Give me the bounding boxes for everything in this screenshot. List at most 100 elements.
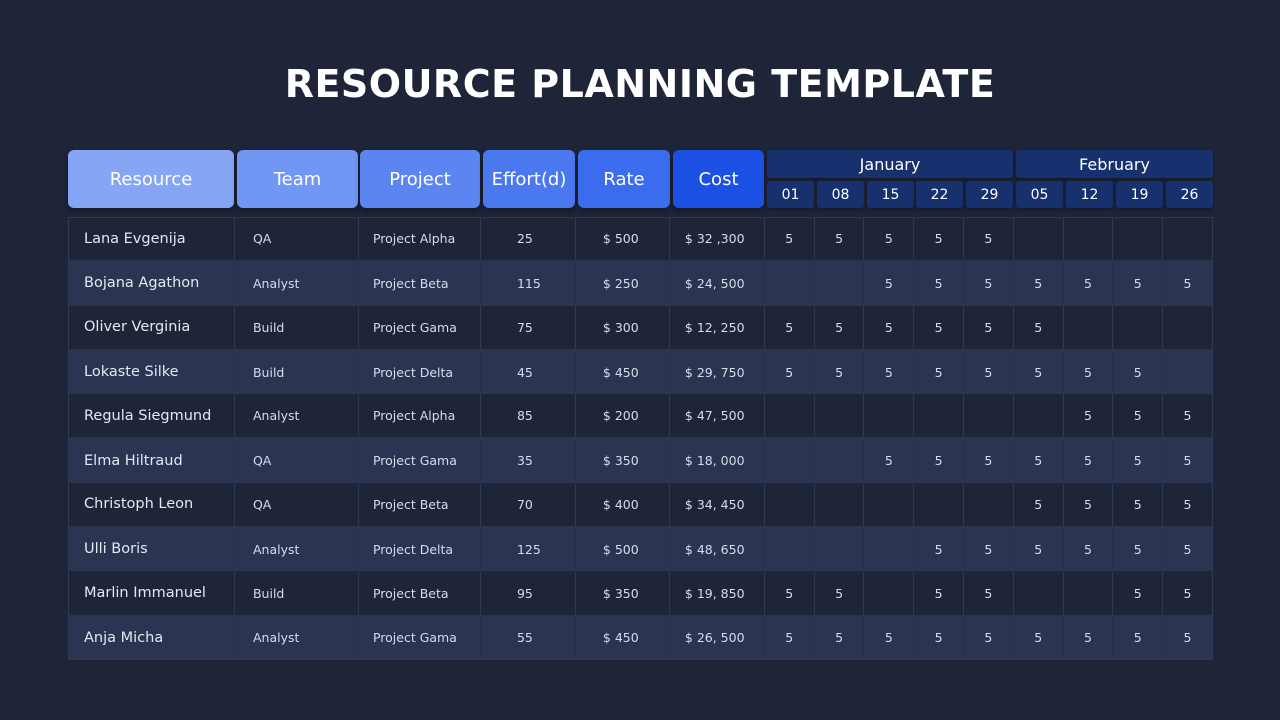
cell-effort: 85 (480, 394, 576, 439)
cell-week-effort (1063, 571, 1114, 616)
cell-week-effort (864, 527, 915, 572)
cell-project: Project Delta (359, 349, 481, 395)
cell-week-effort: 5 (914, 349, 965, 395)
cell-team: QA (234, 217, 359, 262)
table-row[interactable]: Regula Siegmund Analyst Project Alpha 85 $ 2… (68, 394, 1213, 439)
table-row[interactable]: Bojana Agathon Analyst Project Beta 115 $ 25… (68, 261, 1213, 306)
header-week: 26 (1166, 181, 1213, 208)
cell-cost: $ 24, 500 (670, 261, 765, 306)
header-resource[interactable]: Resource (68, 150, 234, 208)
header-week: 12 (1066, 181, 1113, 208)
cell-week-effort: 5 (914, 305, 965, 350)
cell-team: Analyst (235, 615, 359, 660)
cell-resource: Regula Siegmund (68, 394, 235, 439)
table-row[interactable]: Lokaste Silke Build Project Delta 45 $ 450 $ … (68, 349, 1213, 395)
cell-project: Project Alpha (358, 217, 481, 262)
cell-project: Project Gama (359, 438, 481, 483)
header-week: 15 (867, 181, 914, 208)
cell-week-effort: 5 (814, 305, 865, 350)
cell-week-effort (1013, 394, 1064, 439)
cell-rate: $ 450 (576, 349, 670, 395)
header-effort[interactable]: Effort(d) (483, 150, 575, 208)
cell-team: Analyst (234, 394, 359, 439)
cell-cost: $ 29, 750 (670, 349, 765, 395)
header-cost[interactable]: Cost (673, 150, 764, 208)
cell-rate: $ 250 (576, 261, 670, 306)
cell-week-effort (964, 482, 1014, 528)
table-row[interactable]: Ulli Boris Analyst Project Delta 125 $ 500 $ … (68, 527, 1213, 572)
cell-week-effort: 5 (1113, 394, 1164, 439)
cell-effort: 45 (481, 349, 576, 395)
cell-week-effort: 5 (764, 217, 815, 262)
cell-week-effort (1113, 305, 1164, 350)
cell-week-effort (914, 482, 965, 528)
cell-week-effort: 5 (1064, 438, 1114, 483)
cell-resource: Christoph Leon (68, 482, 235, 528)
header-month-february: February (1016, 150, 1213, 178)
cell-week-effort: 5 (914, 261, 965, 306)
cell-week-effort: 5 (814, 571, 865, 616)
table-row[interactable]: Elma Hiltraud QA Project Gama 35 $ 350 $ 18, … (68, 438, 1213, 483)
cell-week-effort: 5 (1014, 527, 1064, 572)
cell-project: Project Beta (358, 571, 481, 616)
cell-week-effort (1013, 217, 1064, 262)
cell-week-effort (1063, 305, 1114, 350)
cell-week-effort: 5 (1113, 482, 1164, 528)
cell-rate: $ 350 (575, 571, 670, 616)
header-rate[interactable]: Rate (578, 150, 670, 208)
page-title: RESOURCE PLANNING TEMPLATE (284, 62, 996, 106)
cell-week-effort (814, 394, 865, 439)
cell-week-effort: 5 (964, 349, 1014, 395)
cell-week-effort: 5 (864, 305, 915, 350)
cell-week-effort: 5 (864, 349, 915, 395)
cell-week-effort: 5 (1063, 394, 1114, 439)
cell-rate: $ 200 (575, 394, 670, 439)
cell-week-effort: 5 (1063, 482, 1114, 528)
cell-week-effort: 5 (765, 349, 815, 395)
table-row[interactable]: Lana Evgenija QA Project Alpha 25 $ 500 $ 32 … (68, 217, 1213, 262)
cell-project: Project Beta (359, 261, 481, 306)
cell-week-effort: 5 (1113, 571, 1164, 616)
cell-effort: 75 (480, 305, 576, 350)
cell-week-effort: 5 (1064, 261, 1114, 306)
cell-week-effort: 5 (1113, 527, 1164, 572)
cell-resource: Bojana Agathon (68, 261, 235, 306)
cell-rate: $ 500 (575, 217, 670, 262)
header-project[interactable]: Project (360, 150, 480, 208)
cell-team: Analyst (235, 261, 359, 306)
cell-resource: Oliver Verginia (68, 305, 235, 350)
cell-week-effort (1113, 217, 1164, 262)
cell-week-effort: 5 (964, 615, 1014, 660)
cell-week-effort (864, 571, 915, 616)
header-week: 08 (817, 181, 864, 208)
table-row[interactable]: Oliver Verginia Build Project Gama 75 $ 300 $… (68, 305, 1213, 350)
cell-week-effort: 5 (964, 261, 1014, 306)
cell-cost: $ 26, 500 (670, 615, 765, 660)
cell-week-effort: 5 (914, 438, 965, 483)
cell-project: Project Beta (358, 482, 481, 528)
cell-week-effort (764, 394, 815, 439)
cell-team: Analyst (235, 527, 359, 572)
cell-week-effort: 5 (914, 217, 965, 262)
cell-team: Build (234, 305, 359, 350)
cell-resource: Marlin Immanuel (68, 571, 235, 616)
cell-project: Project Alpha (358, 394, 481, 439)
cell-week-effort (815, 527, 865, 572)
cell-week-effort: 5 (964, 571, 1014, 616)
cell-rate: $ 400 (575, 482, 670, 528)
cell-week-effort: 5 (964, 217, 1014, 262)
cell-resource: Elma Hiltraud (68, 438, 235, 483)
cell-week-effort: 5 (914, 571, 965, 616)
cell-week-effort: 5 (765, 615, 815, 660)
cell-cost: $ 48, 650 (670, 527, 765, 572)
cell-resource: Lana Evgenija (68, 217, 235, 262)
cell-week-effort (914, 394, 965, 439)
cell-week-effort: 5 (764, 305, 815, 350)
cell-week-effort: 5 (815, 615, 865, 660)
table-row[interactable]: Christoph Leon QA Project Beta 70 $ 400 $ 34,… (68, 482, 1213, 528)
table-row[interactable]: Anja Micha Analyst Project Gama 55 $ 450 $ 26… (68, 615, 1213, 660)
cell-week-effort (814, 482, 865, 528)
cell-week-effort (815, 261, 865, 306)
table-row[interactable]: Marlin Immanuel Build Project Beta 95 $ 350 $… (68, 571, 1213, 616)
header-team[interactable]: Team (237, 150, 358, 208)
